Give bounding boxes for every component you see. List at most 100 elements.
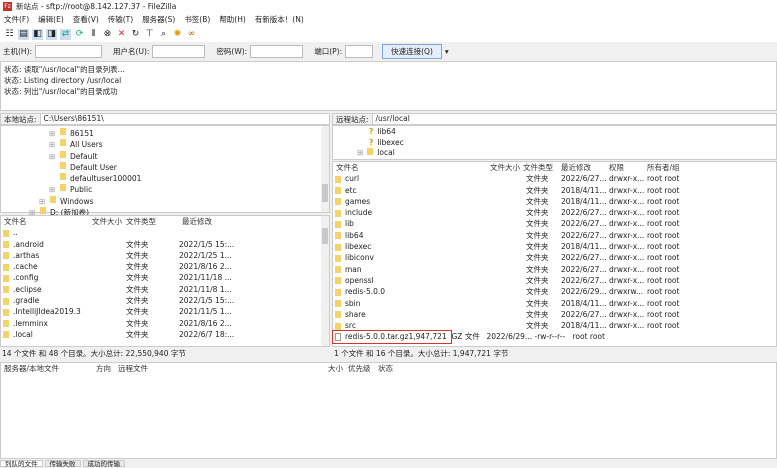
- column-header[interactable]: 方向: [93, 363, 115, 374]
- column-header[interactable]: 最近修改: [558, 162, 606, 173]
- column-header[interactable]: 服务器/本地文件: [1, 363, 93, 374]
- menu-item[interactable]: 书签(B): [184, 14, 210, 25]
- queue-tab[interactable]: 列队的文件: [0, 460, 43, 468]
- site-manager-icon[interactable]: ☷: [4, 29, 15, 40]
- column-header[interactable]: 大小: [325, 363, 345, 374]
- host-input[interactable]: [35, 44, 103, 58]
- table-row[interactable]: games 文件夹 2018/4/11... drwxr-x... root root: [333, 196, 776, 207]
- quickconnect-dropdown-icon[interactable]: ▾: [445, 47, 449, 56]
- table-row[interactable]: ..: [1, 227, 329, 238]
- column-header[interactable]: 文件类型: [520, 162, 558, 173]
- table-row[interactable]: redis-5.0.0.tar.gz 1,947,721 GZ 文件 2022/6/2…: [332, 330, 605, 344]
- username-input[interactable]: [152, 44, 206, 58]
- column-header[interactable]: 文件大小: [483, 162, 520, 173]
- table-row[interactable]: libexec 文件夹 2018/4/11... drwxr-x... root roo…: [333, 241, 776, 252]
- table-row[interactable]: .local 文件夹 2022/6/7 18:...: [1, 329, 329, 340]
- expand-icon[interactable]: [49, 162, 58, 173]
- column-header[interactable]: 文件名: [333, 162, 483, 173]
- disconnect-icon[interactable]: ✕: [116, 29, 127, 40]
- tree-item[interactable]: ⊞ 86151: [1, 128, 329, 139]
- expand-icon[interactable]: ⊞: [357, 148, 363, 159]
- queue-tab[interactable]: 成功的传输: [82, 460, 125, 468]
- tree-item[interactable]: Default User: [1, 161, 329, 173]
- table-row[interactable]: openssl 文件夹 2022/6/27... drwxr-x... root roo…: [333, 275, 776, 286]
- toggle-log-icon[interactable]: ▤: [18, 28, 29, 40]
- file-date: 2022/6/27...: [561, 219, 607, 229]
- quickconnect-button[interactable]: 快速连接(Q): [382, 43, 442, 59]
- process-queue-icon[interactable]: ⫴: [88, 29, 99, 40]
- scrollbar[interactable]: [321, 126, 329, 212]
- table-row[interactable]: .gradle 文件夹 2022/1/5 15:...: [1, 295, 329, 306]
- tree-item[interactable]: ⊞ Public: [1, 184, 329, 195]
- file-date: 2018/4/11...: [561, 196, 607, 206]
- column-header[interactable]: 文件类型: [123, 216, 179, 227]
- table-row[interactable]: libiconv 文件夹 2022/6/27... drwxr-x... root ro…: [333, 252, 776, 263]
- tree-item[interactable]: defaultuser100001: [1, 173, 329, 184]
- column-header[interactable]: 优先级: [345, 363, 375, 374]
- filter-icon[interactable]: ⊤: [144, 29, 155, 40]
- menu-item[interactable]: 有新版本！(N): [255, 14, 304, 25]
- table-row[interactable]: etc 文件夹 2018/4/11... drwxr-x... root root: [333, 185, 776, 196]
- table-row[interactable]: share 文件夹 2022/6/27... drwxr-x... root root: [333, 309, 776, 320]
- column-header[interactable]: 所有者/组: [644, 162, 704, 173]
- table-row[interactable]: .IntelliJIdea2019.3 文件夹 2021/11/5 1...: [1, 306, 329, 317]
- expand-icon[interactable]: ⊞: [39, 196, 48, 207]
- expand-icon[interactable]: ⊞: [49, 139, 58, 150]
- table-row[interactable]: .eclipse 文件夹 2021/11/8 1...: [1, 284, 329, 295]
- refresh-icon[interactable]: ⟳: [74, 29, 85, 40]
- menu-item[interactable]: 查看(V): [73, 14, 99, 25]
- tree-item[interactable]: ⊞ Windows: [1, 195, 329, 207]
- menu-item[interactable]: 编辑(E): [38, 14, 64, 25]
- find-files-icon[interactable]: ∞: [186, 29, 197, 40]
- cancel-icon[interactable]: ⊗: [102, 29, 113, 40]
- local-path-input[interactable]: C:\Users\86151\: [40, 114, 329, 124]
- table-row[interactable]: .config 文件夹 2021/11/18 ...: [1, 272, 329, 283]
- file-type: 文件夹: [126, 239, 149, 249]
- column-header[interactable]: 文件大小: [89, 216, 123, 227]
- expand-icon[interactable]: ⊞: [49, 128, 58, 139]
- column-header[interactable]: 最近修改: [179, 216, 259, 227]
- scrollbar[interactable]: [321, 216, 329, 346]
- sync-browse-icon[interactable]: ✺: [172, 29, 183, 40]
- table-row[interactable]: curl 文件夹 2022/6/27... drwxr-x... root root: [333, 173, 776, 184]
- column-header[interactable]: 权限: [606, 162, 644, 173]
- menu-item[interactable]: 文件(F): [4, 14, 29, 25]
- table-row[interactable]: include 文件夹 2022/6/27... drwxr-x... root roo…: [333, 207, 776, 218]
- table-row[interactable]: redis-5.0.0 文件夹 2022/6/29... drwxrw... root …: [333, 286, 776, 297]
- local-tree[interactable]: ⊞ 86151 ⊞ All Users ⊞ Default Default User defa…: [0, 125, 330, 217]
- tree-item[interactable]: ⊞ All Users: [1, 139, 329, 150]
- toggle-queue-icon[interactable]: ⇄: [60, 28, 71, 40]
- table-row[interactable]: .arthas 文件夹 2022/1/25 1...: [1, 250, 329, 261]
- password-input[interactable]: [250, 44, 304, 58]
- column-header[interactable]: 状态: [375, 363, 415, 374]
- toggle-local-tree-icon[interactable]: ◧: [32, 28, 43, 40]
- table-row[interactable]: lib64 文件夹 2022/6/27... drwxr-x... root root: [333, 230, 776, 241]
- column-header[interactable]: 文件名: [1, 216, 89, 227]
- tree-item[interactable]: ⊞ Default: [1, 150, 329, 162]
- table-row[interactable]: .lemminx 文件夹 2021/8/16 2...: [1, 318, 329, 329]
- remote-path-input[interactable]: /usr/local: [372, 114, 776, 124]
- port-input[interactable]: [345, 44, 374, 58]
- remote-tree[interactable]: ? lib64? libexec ⊞ local: [332, 125, 777, 160]
- toggle-remote-tree-icon[interactable]: ◨: [46, 28, 57, 40]
- tree-item[interactable]: ? lib64: [333, 127, 776, 138]
- search-icon[interactable]: ⌕: [158, 29, 169, 40]
- folder-icon: [60, 150, 66, 158]
- menu-item[interactable]: 帮助(H): [219, 14, 246, 25]
- table-row[interactable]: man 文件夹 2022/6/27... drwxr-x... root root: [333, 264, 776, 275]
- queue-tab[interactable]: 传输失败: [44, 460, 81, 468]
- expand-icon[interactable]: ⊞: [49, 184, 58, 195]
- column-header[interactable]: 远程文件: [115, 363, 245, 374]
- table-row[interactable]: sbin 文件夹 2018/4/11... drwxr-x... root root: [333, 298, 776, 309]
- tree-item[interactable]: ⊞ local: [333, 148, 776, 159]
- reconnect-icon[interactable]: ↻: [130, 29, 141, 40]
- expand-icon[interactable]: ⊞: [49, 151, 58, 162]
- table-row[interactable]: src 文件夹 2018/4/11... drwxr-x... root root: [333, 320, 776, 331]
- tree-item[interactable]: ? libexec: [333, 138, 776, 149]
- expand-icon[interactable]: [49, 173, 58, 184]
- menu-item[interactable]: 传输(T): [108, 14, 133, 25]
- table-row[interactable]: .cache 文件夹 2021/8/16 2...: [1, 261, 329, 272]
- table-row[interactable]: .android 文件夹 2022/1/5 15:...: [1, 239, 329, 250]
- table-row[interactable]: lib 文件夹 2022/6/27... drwxr-x... root root: [333, 218, 776, 229]
- menu-item[interactable]: 服务器(S): [142, 14, 175, 25]
